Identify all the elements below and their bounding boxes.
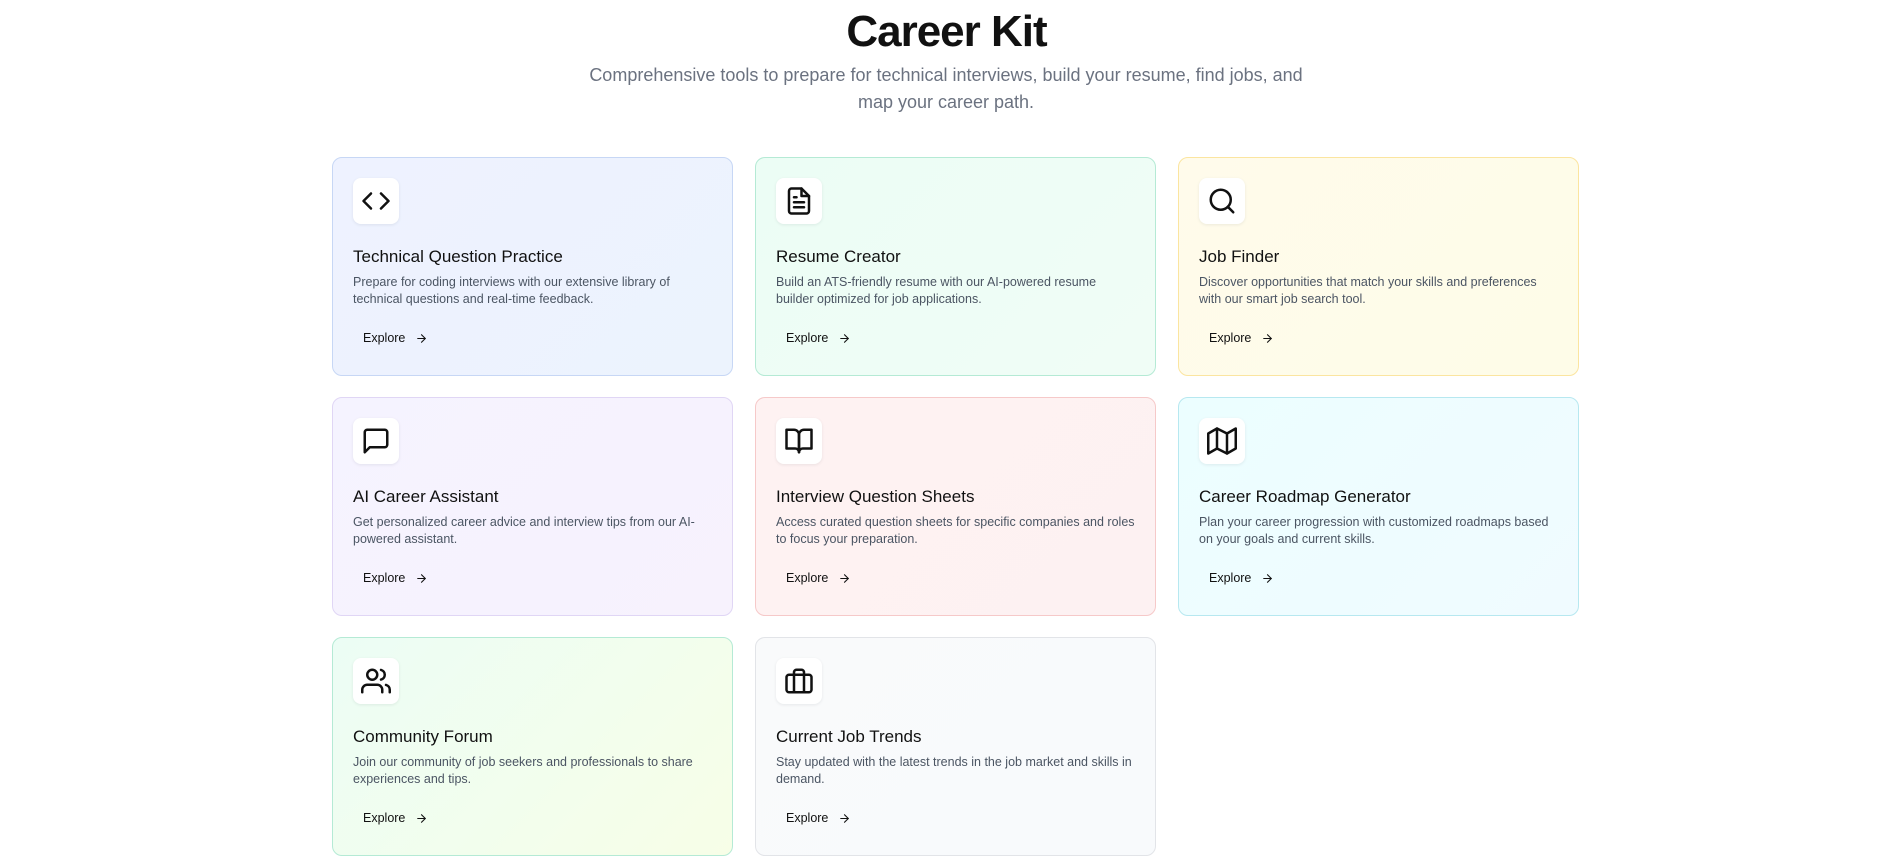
explore-button[interactable]: Explore bbox=[776, 567, 861, 589]
explore-button[interactable]: Explore bbox=[353, 327, 438, 349]
explore-button[interactable]: Explore bbox=[776, 807, 861, 829]
arrow-right-icon bbox=[417, 813, 427, 823]
card-ai-career-assistant[interactable]: AI Career Assistant Get personalized car… bbox=[332, 397, 733, 616]
card-description: Get personalized career advice and inter… bbox=[353, 515, 695, 546]
message-square-icon bbox=[353, 418, 399, 464]
card-title: AI Career Assistant bbox=[353, 487, 499, 506]
explore-label: Explore bbox=[363, 811, 406, 825]
card-description: Plan your career progression with custom… bbox=[1199, 515, 1549, 546]
explore-button[interactable]: Explore bbox=[1199, 567, 1284, 589]
page-subtitle: Comprehensive tools to prepare for techn… bbox=[589, 65, 1303, 112]
explore-label: Explore bbox=[1209, 331, 1252, 345]
card-title: Interview Question Sheets bbox=[776, 487, 975, 506]
arrow-right-icon bbox=[417, 573, 427, 583]
arrow-right-icon bbox=[840, 333, 850, 343]
file-text-icon bbox=[776, 178, 822, 224]
card-interview-question-sheets[interactable]: Interview Question Sheets Access curated… bbox=[755, 397, 1156, 616]
tools-grid: Technical Question Practice Prepare for … bbox=[332, 157, 1580, 856]
career-kit-page: Career Kit Comprehensive tools to prepar… bbox=[0, 0, 1893, 863]
card-community-forum[interactable]: Community Forum Join our community of jo… bbox=[332, 637, 733, 856]
users-icon bbox=[353, 658, 399, 704]
arrow-right-icon bbox=[840, 573, 850, 583]
explore-label: Explore bbox=[363, 571, 406, 585]
card-job-finder[interactable]: Job Finder Discover opportunities that m… bbox=[1178, 157, 1579, 376]
card-description: Access curated question sheets for speci… bbox=[776, 515, 1135, 546]
card-title: Job Finder bbox=[1199, 247, 1280, 266]
card-title: Community Forum bbox=[353, 727, 493, 746]
explore-label: Explore bbox=[363, 331, 406, 345]
explore-label: Explore bbox=[786, 331, 829, 345]
card-title: Career Roadmap Generator bbox=[1199, 487, 1411, 506]
explore-label: Explore bbox=[1209, 571, 1252, 585]
card-technical-question-practice[interactable]: Technical Question Practice Prepare for … bbox=[332, 157, 733, 376]
explore-button[interactable]: Explore bbox=[1199, 327, 1284, 349]
book-open-icon bbox=[776, 418, 822, 464]
card-title: Technical Question Practice bbox=[353, 247, 563, 266]
explore-label: Explore bbox=[786, 811, 829, 825]
arrow-right-icon bbox=[840, 813, 850, 823]
card-current-job-trends[interactable]: Current Job Trends Stay updated with the… bbox=[755, 637, 1156, 856]
explore-button[interactable]: Explore bbox=[353, 807, 438, 829]
explore-button[interactable]: Explore bbox=[353, 567, 438, 589]
arrow-right-icon bbox=[1263, 573, 1273, 583]
card-description: Stay updated with the latest trends in t… bbox=[776, 755, 1132, 786]
page-title: Career Kit bbox=[846, 7, 1047, 56]
map-icon bbox=[1199, 418, 1245, 464]
arrow-right-icon bbox=[417, 333, 427, 343]
card-career-roadmap-generator[interactable]: Career Roadmap Generator Plan your caree… bbox=[1178, 397, 1579, 616]
card-description: Join our community of job seekers and pr… bbox=[353, 755, 693, 786]
explore-label: Explore bbox=[786, 571, 829, 585]
card-description: Discover opportunities that match your s… bbox=[1199, 275, 1537, 306]
briefcase-icon bbox=[776, 658, 822, 704]
search-icon bbox=[1199, 178, 1245, 224]
explore-button[interactable]: Explore bbox=[776, 327, 861, 349]
card-title: Current Job Trends bbox=[776, 727, 922, 746]
card-description: Prepare for coding interviews with our e… bbox=[353, 275, 670, 306]
code-icon bbox=[353, 178, 399, 224]
card-title: Resume Creator bbox=[776, 247, 901, 266]
card-resume-creator[interactable]: Resume Creator Build an ATS-friendly res… bbox=[755, 157, 1156, 376]
card-description: Build an ATS-friendly resume with our AI… bbox=[776, 275, 1097, 306]
arrow-right-icon bbox=[1263, 333, 1273, 343]
